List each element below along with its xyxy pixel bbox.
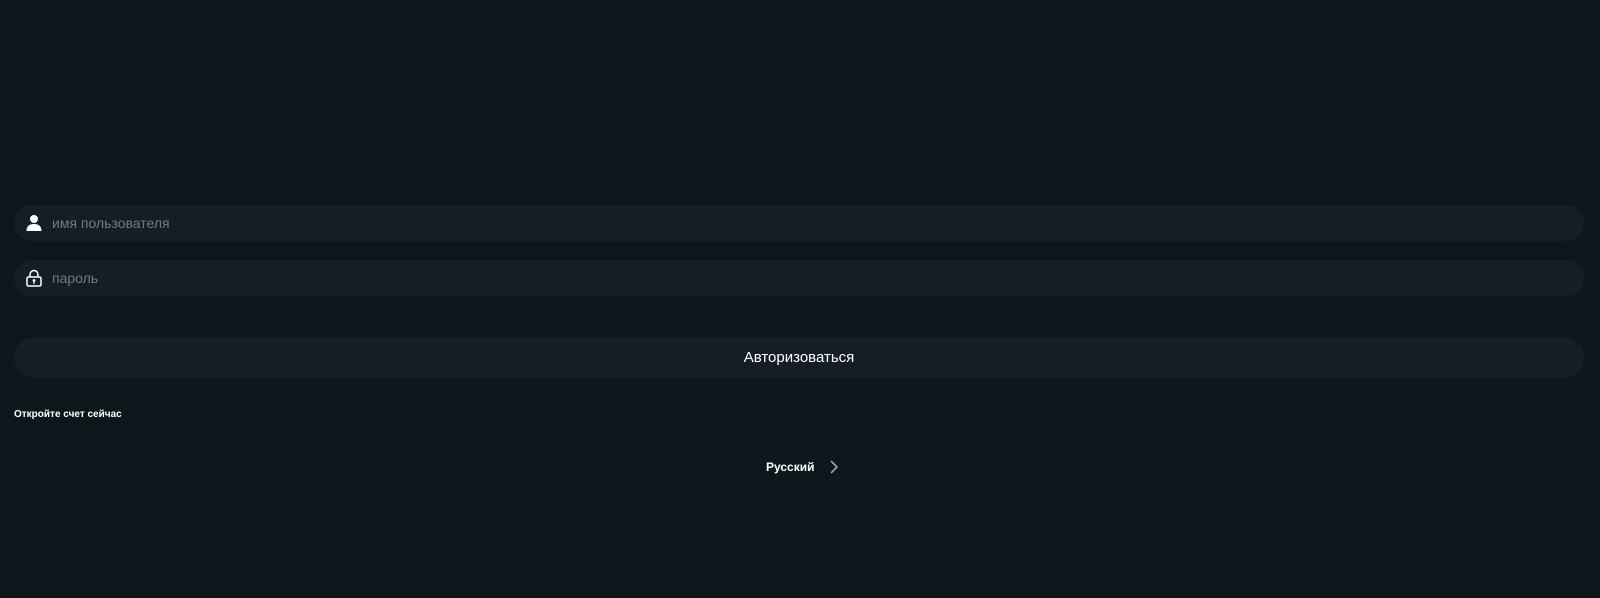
- language-label: Русский: [766, 460, 815, 474]
- open-account-link[interactable]: Откройте счет сейчас: [14, 409, 122, 420]
- chevron-right-icon: [829, 460, 839, 474]
- login-page: Авторизоваться Откройте счет сейчас Русс…: [0, 0, 1600, 598]
- password-field[interactable]: [14, 260, 1584, 296]
- username-field[interactable]: [14, 205, 1584, 241]
- language-selector[interactable]: Русский: [766, 458, 839, 476]
- password-input[interactable]: [52, 260, 1584, 296]
- username-input[interactable]: [52, 205, 1584, 241]
- user-icon: [25, 214, 43, 232]
- login-button[interactable]: Авторизоваться: [14, 337, 1584, 378]
- lock-icon: [25, 269, 43, 287]
